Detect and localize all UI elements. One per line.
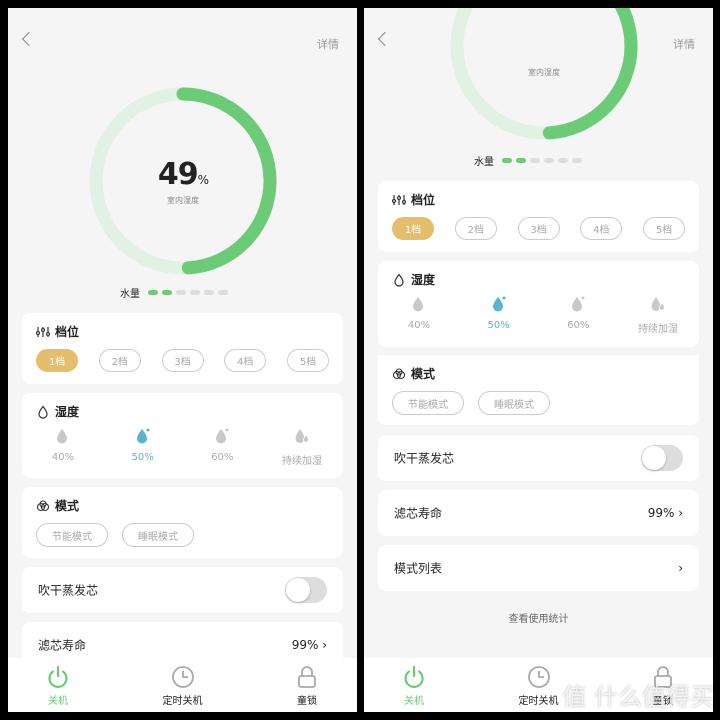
mode-clouds-icon (392, 367, 406, 379)
clock-icon (171, 666, 194, 688)
mode-card: 模式节能模式 睡眠模式 (22, 487, 343, 558)
detail-link[interactable]: 详情 (317, 36, 339, 52)
phone-screen-left: 详情 49% 室内湿度 水量 档位 1档 2档 3档 4档 5档 湿度 40% 50% 60% 持… (8, 8, 357, 712)
water-drop-icon (570, 295, 586, 316)
water-level-segment (162, 290, 172, 295)
timer-off-tab[interactable]: 定时关机 (509, 664, 569, 712)
timer-off-tab[interactable]: 定时关机 (153, 664, 213, 712)
humidity-value: 49% (157, 157, 209, 192)
gear-option-4[interactable]: 4档 (224, 349, 267, 372)
gear-option-1[interactable]: 1档 (392, 217, 434, 240)
humidity-label: 室内湿度 (528, 68, 560, 77)
sliders-icon (36, 326, 50, 337)
mode-title: 模式 (36, 497, 79, 514)
water-drop-icon (491, 295, 507, 316)
water-level-segment (190, 290, 200, 295)
water-level-segment (572, 158, 582, 163)
gear-option-2[interactable]: 2档 (454, 217, 497, 240)
water-level-segment (544, 158, 554, 163)
water-level-segment (516, 158, 526, 163)
gear-option-5[interactable]: 5档 (287, 349, 329, 372)
mode-card: 模式节能模式 睡眠模式 (378, 355, 699, 425)
water-level: 水量 (120, 285, 228, 300)
water-level-segment (530, 158, 540, 163)
humidity-option-3[interactable]: 60% (543, 295, 613, 335)
gear-card: 档位 1档 2档 3档 4档 5档 (22, 313, 343, 384)
water-drop-icon (135, 427, 151, 448)
mode-option-1[interactable]: 节能模式 (36, 523, 108, 547)
gear-option-3[interactable]: 3档 (161, 349, 204, 372)
dry-core-row: 吹干蒸发芯 (22, 567, 343, 613)
mode-title: 模式 (392, 365, 435, 382)
phone-screen-right: 室内湿度 详情 水量 档位 1档 2档 3档 4档 5档 湿度 40% 50% 60% 持续加湿 … (364, 8, 713, 712)
water-level-segment (176, 290, 186, 295)
gear-option-4[interactable]: 4档 (580, 217, 623, 240)
dry-core-toggle[interactable] (285, 577, 327, 603)
humidity-option-4[interactable]: 持续加湿 (623, 295, 693, 335)
gear-option-5[interactable]: 5档 (643, 217, 685, 240)
mode-option-1[interactable]: 节能模式 (392, 391, 464, 415)
gear-option-2[interactable]: 2档 (98, 349, 141, 372)
water-level-segment (148, 290, 158, 295)
back-chevron-icon[interactable] (377, 31, 393, 47)
header: 详情 (364, 8, 713, 58)
humidity-option-2[interactable]: 50% (464, 295, 534, 335)
humidity-label: 室内湿度 (167, 196, 199, 205)
humidity-option-2[interactable]: 50% (108, 427, 178, 467)
mode-list-row[interactable]: 模式列表 › (378, 545, 699, 591)
power-icon (404, 665, 424, 688)
clock-icon (527, 666, 550, 688)
power-off-tab[interactable]: 关机 (28, 664, 88, 712)
gear-title: 档位 (392, 191, 435, 208)
water-level-segment (502, 158, 512, 163)
filter-life-value: 99% › (291, 638, 327, 652)
gear-title: 档位 (36, 323, 79, 340)
header: 详情 (8, 8, 357, 60)
power-icon (48, 665, 68, 688)
humidity-card: 湿度 40% 50% 60% 持续加湿 (378, 261, 699, 347)
humidity-title: 湿度 (36, 403, 79, 420)
bottom-tab-bar: 关机 定时关机 童锁 (8, 658, 357, 712)
water-drop-icon (411, 295, 427, 316)
detail-link[interactable]: 详情 (673, 36, 695, 52)
filter-life-row[interactable]: 滤芯寿命 99% › (378, 490, 699, 536)
gear-card: 档位 1档 2档 3档 4档 5档 (378, 181, 699, 252)
gear-option-3[interactable]: 3档 (517, 217, 560, 240)
power-off-tab[interactable]: 关机 (384, 664, 444, 712)
mode-option-2[interactable]: 睡眠模式 (478, 391, 550, 415)
water-level: 水量 (474, 153, 582, 168)
water-drop-icon (650, 295, 666, 316)
humidity-ring: 49% 室内湿度 (89, 87, 277, 275)
water-level-segment (218, 290, 228, 295)
humidity-option-1[interactable]: 40% (28, 427, 98, 467)
droplet-icon (394, 273, 404, 287)
humidity-title: 湿度 (392, 271, 435, 288)
mode-clouds-icon (36, 499, 50, 511)
humidity-option-4[interactable]: 持续加湿 (267, 427, 337, 467)
child-lock-tab[interactable]: 童锁 (277, 664, 337, 712)
watermark: 值 什么值得买 (562, 683, 714, 711)
lock-icon (298, 666, 316, 688)
dry-core-toggle[interactable] (641, 445, 683, 471)
dry-core-row: 吹干蒸发芯 (378, 435, 699, 481)
humidity-card: 湿度 40% 50% 60% 持续加湿 (22, 393, 343, 478)
filter-life-value: 99% › (647, 506, 683, 520)
water-drop-icon (214, 427, 230, 448)
chevron-right-icon: › (678, 561, 683, 575)
water-level-segment (204, 290, 214, 295)
usage-stats-link[interactable]: 查看使用统计 (364, 610, 713, 625)
back-chevron-icon[interactable] (21, 31, 37, 47)
humidity-option-1[interactable]: 40% (384, 295, 454, 335)
water-drop-icon (294, 427, 310, 448)
mode-option-2[interactable]: 睡眠模式 (122, 523, 194, 547)
water-drop-icon (55, 427, 71, 448)
sliders-icon (392, 194, 406, 205)
gear-option-1[interactable]: 1档 (36, 349, 78, 372)
humidity-option-3[interactable]: 60% (187, 427, 257, 467)
droplet-icon (38, 405, 48, 419)
water-level-segment (558, 158, 568, 163)
